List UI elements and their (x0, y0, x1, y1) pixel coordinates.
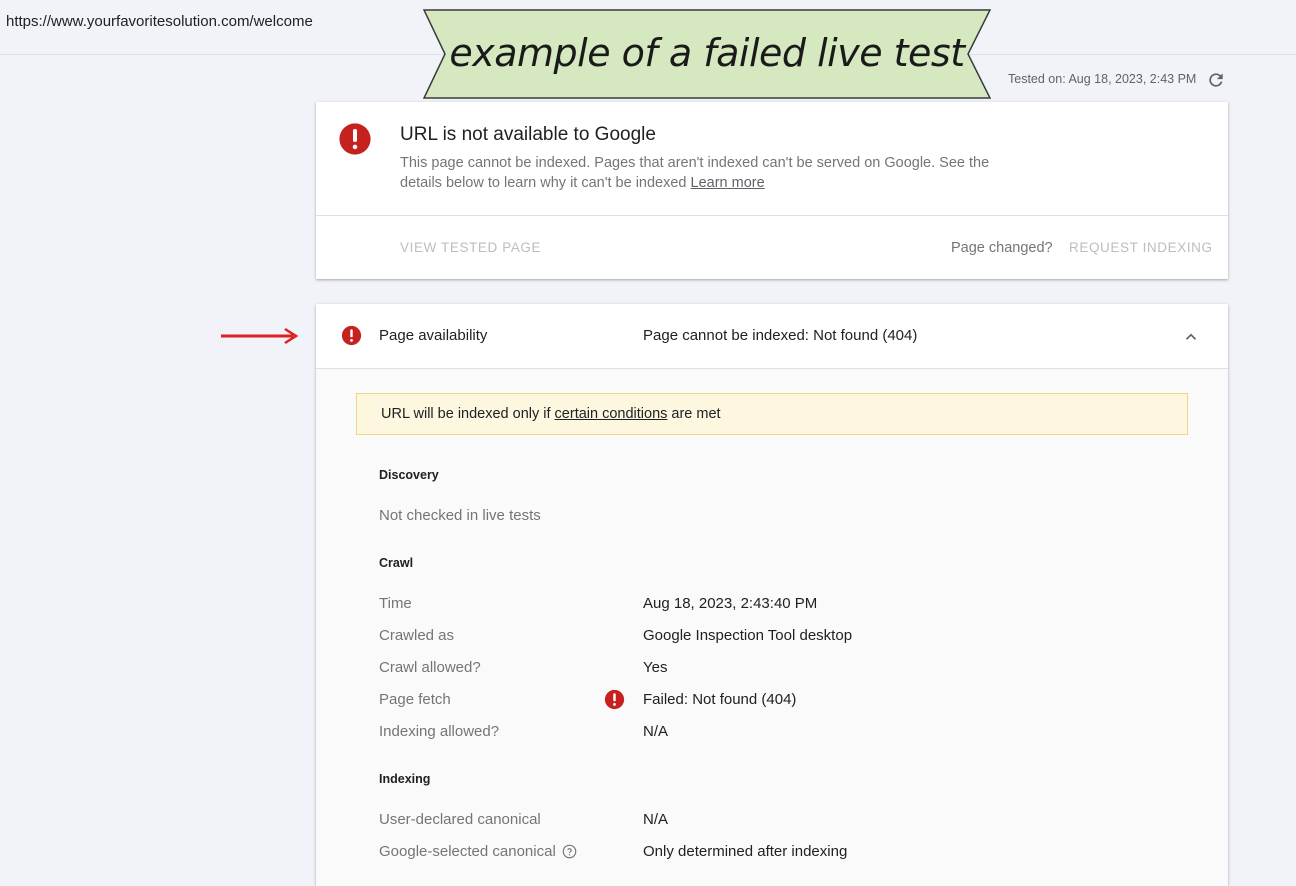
certain-conditions-link[interactable]: certain conditions (555, 406, 668, 422)
banner-text: example of a failed live test (449, 31, 965, 75)
tested-on-label: Tested on: Aug 18, 2023, 2:43 PM (1008, 72, 1197, 86)
summary-card: URL is not available to Google This page… (316, 102, 1228, 279)
notice-text: URL will be indexed only if certain cond… (381, 406, 721, 422)
notice-suffix: are met (667, 406, 721, 422)
error-icon (604, 689, 625, 710)
page-availability-header[interactable]: Page availability Page cannot be indexed… (316, 304, 1228, 369)
page-availability-status: Page cannot be indexed: Not found (404) (643, 327, 918, 344)
page-availability-card: Page availability Page cannot be indexed… (316, 304, 1228, 886)
view-tested-page-button[interactable]: VIEW TESTED PAGE (400, 240, 541, 255)
crawl-row-label: Time (379, 595, 412, 612)
crawl-row-value: Aug 18, 2023, 2:43:40 PM (643, 595, 818, 612)
help-icon[interactable] (562, 844, 577, 859)
indexing-row-value: N/A (643, 811, 669, 828)
crawl-row-label: Crawl allowed? (379, 659, 481, 676)
chevron-up-icon[interactable] (1182, 328, 1200, 346)
summary-description: This page cannot be indexed. Pages that … (400, 153, 990, 193)
indexing-row-label-wrap: Google-selected canonical (379, 843, 577, 860)
refresh-icon[interactable] (1206, 70, 1226, 90)
notice-prefix: URL will be indexed only if (381, 406, 555, 422)
crawl-row-label: Page fetch (379, 691, 451, 708)
crawl-row-value: N/A (643, 723, 669, 740)
arrow-right-icon (221, 327, 299, 345)
crawl-row-label: Crawled as (379, 627, 455, 644)
page-url[interactable]: https://www.yourfavoritesolution.com/wel… (6, 13, 313, 30)
crawl-row-value: Failed: Not found (404) (643, 691, 797, 708)
crawl-row-value: Yes (643, 659, 668, 676)
annotation-banner: example of a failed live test (423, 9, 991, 99)
divider (316, 215, 1228, 216)
page-changed-label: Page changed? (951, 240, 1053, 256)
summary-title: URL is not available to Google (400, 124, 656, 145)
discovery-text: Not checked in live tests (379, 507, 541, 524)
learn-more-link[interactable]: Learn more (691, 175, 765, 191)
crawl-row-value: Google Inspection Tool desktop (643, 627, 853, 644)
indexing-row-label: User-declared canonical (379, 811, 541, 828)
indexing-heading: Indexing (379, 772, 431, 786)
error-icon (339, 123, 371, 155)
crawl-heading: Crawl (379, 556, 414, 570)
indexing-notice: URL will be indexed only if certain cond… (356, 393, 1188, 435)
error-icon (341, 325, 362, 346)
indexing-row-value: Only determined after indexing (643, 843, 848, 860)
request-indexing-button[interactable]: REQUEST INDEXING (1069, 240, 1213, 255)
page-availability-label: Page availability (379, 327, 488, 344)
indexing-row-label: Google-selected canonical (379, 843, 556, 860)
discovery-heading: Discovery (379, 468, 439, 482)
crawl-row-label: Indexing allowed? (379, 723, 500, 740)
